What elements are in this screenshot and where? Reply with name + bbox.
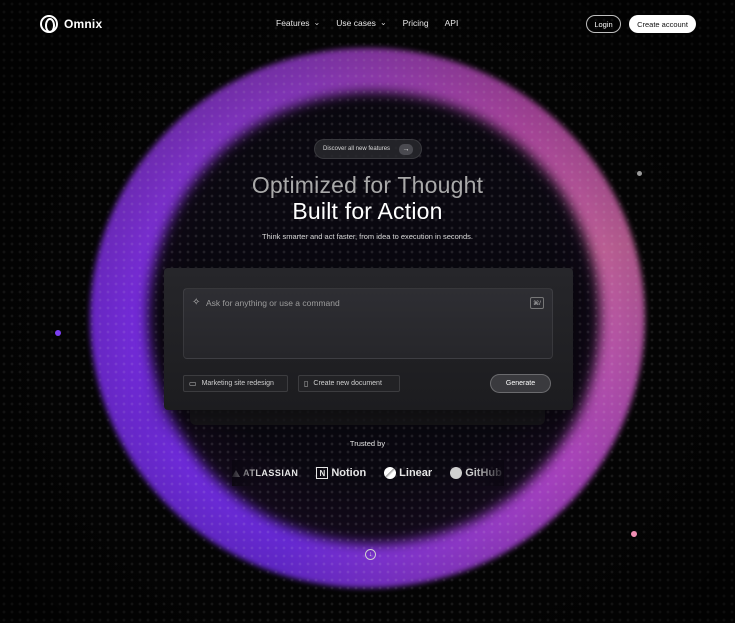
logos-fade-left (232, 460, 262, 486)
chip-label: Create new document (313, 380, 382, 387)
chevron-down-icon: ⌄ (313, 17, 321, 27)
decorative-dot-purple (55, 330, 61, 336)
linear-logo: Linear (384, 467, 432, 479)
prompt-placeholder: Ask for anything or use a command (206, 298, 340, 308)
brand-logo[interactable]: Omnix (40, 15, 102, 33)
brand-name: Omnix (64, 17, 103, 31)
arrow-right-icon: → (399, 144, 413, 155)
notion-icon: N (316, 467, 329, 479)
create-account-button[interactable]: Create account (629, 15, 696, 33)
nav-item-use-cases[interactable]: Use cases ⌄ (336, 17, 387, 29)
nav-item-features[interactable]: Features ⌄ (276, 17, 321, 29)
nav-item-label: API (444, 18, 459, 28)
headline-line-2: Built for Action (292, 198, 443, 224)
pill-label: Discover all new features (323, 146, 391, 152)
suggestion-chip-document[interactable]: ▯ Create new document (298, 375, 400, 392)
sparkle-icon: ✧ (192, 297, 201, 308)
nav-item-pricing[interactable]: Pricing (403, 18, 429, 28)
chevron-down-icon: ⌄ (379, 17, 387, 27)
suggestion-chip-marketing[interactable]: ▭ Marketing site redesign (183, 375, 288, 392)
document-icon: ▯ (304, 379, 309, 388)
omnix-logo-icon (40, 15, 58, 33)
chip-label: Marketing site redesign (201, 380, 274, 387)
headline-line-1: Optimized for Thought (251, 172, 484, 198)
hero-subtitle: Think smarter and act faster, from idea … (262, 232, 473, 241)
decorative-dot-pink (631, 531, 637, 537)
github-icon (450, 467, 463, 479)
notion-logo: N Notion (316, 467, 366, 479)
logos-fade-right (474, 460, 504, 486)
top-navbar: Omnix Features ⌄ Use cases ⌄ Pricing API… (0, 0, 735, 48)
nav-item-api[interactable]: API (445, 18, 459, 28)
generate-button[interactable]: Generate (490, 374, 551, 393)
shortcut-badge: ⌘/ (530, 297, 544, 309)
nav-item-label: Use cases (336, 18, 376, 28)
partner-logos: ATLASSIAN N Notion Linear GitHub (232, 463, 504, 483)
scroll-down-icon[interactable]: ↓ (365, 549, 376, 560)
main-nav: Features ⌄ Use cases ⌄ Pricing API (276, 17, 459, 29)
nav-item-label: Features (276, 18, 310, 28)
folder-icon: ▭ (189, 379, 197, 388)
prompt-input[interactable]: ✧ Ask for anything or use a command ⌘/ (183, 288, 553, 359)
discover-features-pill[interactable]: Discover all new features → (314, 139, 422, 159)
linear-icon (384, 467, 397, 479)
login-button[interactable]: Login (586, 15, 621, 33)
nav-item-label: Pricing (402, 18, 429, 28)
trusted-by-label: Trusted by (349, 439, 386, 448)
